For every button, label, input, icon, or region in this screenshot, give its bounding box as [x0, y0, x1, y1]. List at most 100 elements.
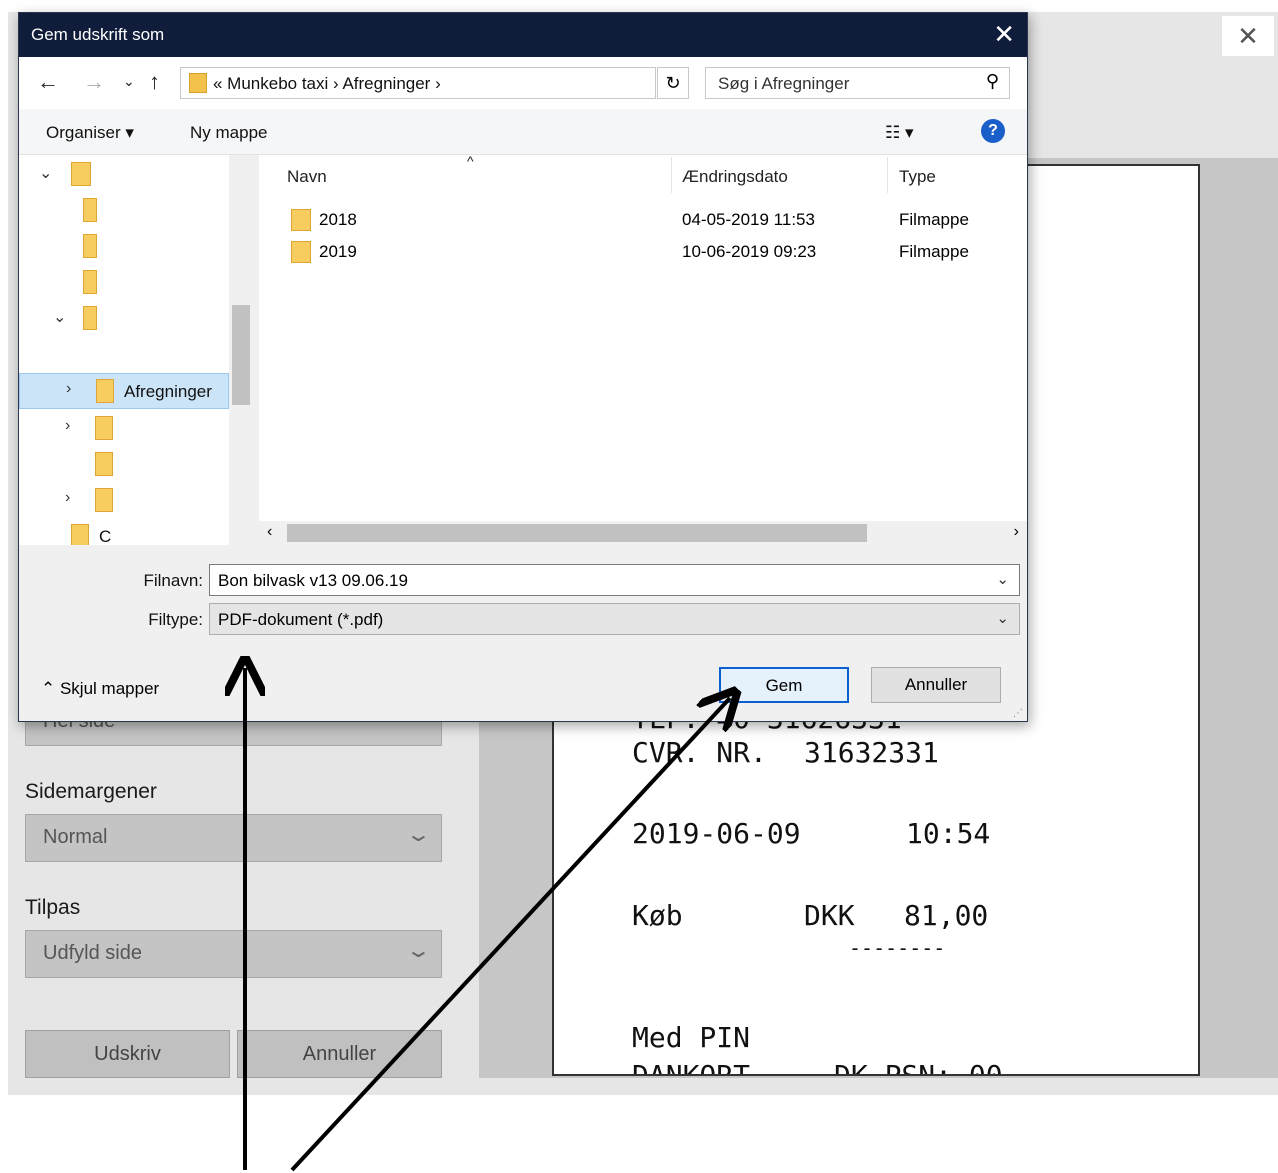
tree-item[interactable]: ⌄ [19, 301, 229, 335]
view-options-icon[interactable]: ☷ ▾ [885, 123, 914, 143]
folder-icon [291, 241, 311, 263]
file-date: 04-05-2019 11:53 [682, 210, 815, 229]
column-separator[interactable] [671, 157, 672, 193]
resize-grip-icon[interactable]: ⋰ [1013, 708, 1023, 719]
column-separator[interactable] [887, 157, 888, 193]
folder-icon [95, 416, 113, 440]
tree-item[interactable] [19, 447, 229, 481]
column-header-date[interactable]: Ændringsdato [682, 167, 788, 187]
column-header-type[interactable]: Type [899, 167, 936, 187]
sort-up-icon: ^ [467, 153, 474, 169]
address-path: « Munkebo taxi › Afregninger › [213, 74, 441, 93]
search-icon: ⚲ [985, 71, 999, 91]
hide-folders-button[interactable]: ⌃ Skjul mapper [41, 679, 159, 699]
chevron-right-icon[interactable]: › [66, 380, 71, 398]
scroll-right-icon[interactable]: › [1014, 523, 1019, 541]
receipt-date: 2019-06-09 [632, 817, 801, 850]
filetype-select[interactable]: PDF-dokument (*.pdf) ⌄ [209, 603, 1020, 635]
folder-icon [71, 524, 89, 545]
dialog-title: Gem udskrift som [31, 25, 165, 44]
fit-label: Tilpas [25, 896, 81, 919]
refresh-icon[interactable]: ↻ [657, 67, 689, 99]
scrollbar-thumb[interactable] [232, 305, 250, 405]
new-folder-button[interactable]: Ny mappe [190, 123, 267, 143]
chevron-down-icon: ⌄ [405, 940, 433, 962]
filename-input[interactable]: Bon bilvask v13 09.06.19 ⌄ [209, 564, 1020, 596]
file-name: 2018 [319, 210, 357, 229]
chevron-down-icon: ⌄ [405, 824, 433, 846]
folder-tree-scrollbar[interactable] [229, 155, 253, 545]
recent-locations-icon[interactable]: ⌄ [123, 73, 135, 90]
file-list: Navn ^ Ændringsdato Type 2018 04-05-2019… [259, 153, 1027, 545]
search-input[interactable]: Søg i Afregninger ⚲ [705, 67, 1010, 99]
chevron-down-icon[interactable]: ⌄ [53, 307, 66, 327]
receipt-dashes: -------- [849, 936, 946, 960]
help-icon[interactable]: ? [981, 119, 1005, 143]
tree-item[interactable] [19, 229, 229, 263]
receipt-cvr-label: CVR. NR. [632, 736, 767, 769]
save-button[interactable]: Gem [719, 667, 849, 703]
receipt-cvr-value: 31632331 [804, 736, 939, 769]
tree-item[interactable]: › [19, 483, 229, 517]
tree-item-afregninger[interactable]: › Afregninger [19, 373, 229, 409]
tree-item[interactable]: › [19, 411, 229, 445]
fit-select-value: Udfyld side [43, 942, 142, 964]
folder-icon [83, 270, 97, 294]
folder-icon [291, 209, 311, 231]
search-placeholder: Søg i Afregninger [718, 74, 850, 93]
margins-select[interactable]: Normal ⌄ [25, 814, 442, 862]
save-dialog: Gem udskrift som ✕ ← → ⌄ ↑ « Munkebo tax… [18, 12, 1028, 722]
folder-icon [83, 198, 97, 222]
column-header-name[interactable]: Navn [287, 167, 327, 187]
file-name: 2019 [319, 242, 357, 261]
print-button[interactable]: Udskriv [25, 1030, 230, 1078]
scroll-left-icon[interactable]: ‹ [267, 523, 272, 541]
tree-item[interactable]: ⌄ [19, 157, 229, 191]
navigation-bar: ← → ⌄ ↑ « Munkebo taxi › Afregninger › ⌄… [19, 57, 1027, 109]
forward-arrow-icon[interactable]: → [83, 69, 105, 95]
chevron-right-icon[interactable]: › [65, 489, 70, 507]
margins-select-value: Normal [43, 826, 108, 848]
tree-item-label: C [99, 527, 112, 545]
margins-label: Sidemargener [25, 780, 157, 803]
file-type: Filmappe [899, 210, 969, 229]
folder-icon [96, 379, 114, 403]
folder-icon [83, 306, 97, 330]
file-date: 10-06-2019 09:23 [682, 242, 817, 261]
back-arrow-icon[interactable]: ← [37, 69, 59, 95]
scrollbar-thumb[interactable] [287, 524, 867, 542]
folder-icon [71, 162, 91, 186]
print-cancel-button[interactable]: Annuller [237, 1030, 442, 1078]
address-bar[interactable]: « Munkebo taxi › Afregninger › ⌄ [180, 67, 803, 99]
close-icon[interactable]: ✕ [993, 19, 1015, 50]
chevron-down-icon[interactable]: ⌄ [996, 570, 1009, 588]
cancel-button[interactable]: Annuller [871, 667, 1001, 703]
receipt-time: 10:54 [906, 817, 991, 850]
receipt-card-line: DANKORT [632, 1059, 751, 1076]
chevron-right-icon[interactable]: › [65, 417, 70, 435]
folder-icon [83, 234, 97, 258]
file-type: Filmappe [899, 242, 969, 261]
file-row[interactable]: 2019 10-06-2019 09:23 Filmappe [259, 237, 1027, 267]
filename-label: Filnavn: [143, 571, 203, 590]
up-arrow-icon[interactable]: ↑ [149, 69, 160, 95]
receipt-currency: DKK [804, 899, 855, 932]
tree-item[interactable]: C [19, 519, 229, 545]
chevron-down-icon[interactable]: ⌄ [996, 609, 1009, 627]
filetype-value: PDF-dokument (*.pdf) [218, 610, 384, 629]
tree-item[interactable] [19, 193, 229, 227]
receipt-pin-line: Med PIN [632, 1021, 751, 1054]
file-row[interactable]: 2018 04-05-2019 11:53 Filmappe [259, 205, 1027, 235]
dialog-titlebar: Gem udskrift som ✕ [19, 13, 1027, 57]
folder-tree: ⌄ ⌄ › Afregninger › › C [19, 155, 253, 545]
tree-item-label: Afregninger [124, 382, 212, 401]
file-list-scrollbar[interactable]: ‹ › [259, 521, 1027, 545]
organize-menu[interactable]: Organiser ▾ [46, 123, 134, 143]
tree-item[interactable] [19, 265, 229, 299]
receipt-purchase-label: Køb [632, 899, 683, 932]
filetype-label: Filtype: [148, 610, 203, 629]
print-close-button[interactable]: ✕ [1222, 16, 1274, 56]
chevron-down-icon[interactable]: ⌄ [39, 163, 52, 183]
filename-value: Bon bilvask v13 09.06.19 [218, 571, 408, 590]
fit-select[interactable]: Udfyld side ⌄ [25, 930, 442, 978]
